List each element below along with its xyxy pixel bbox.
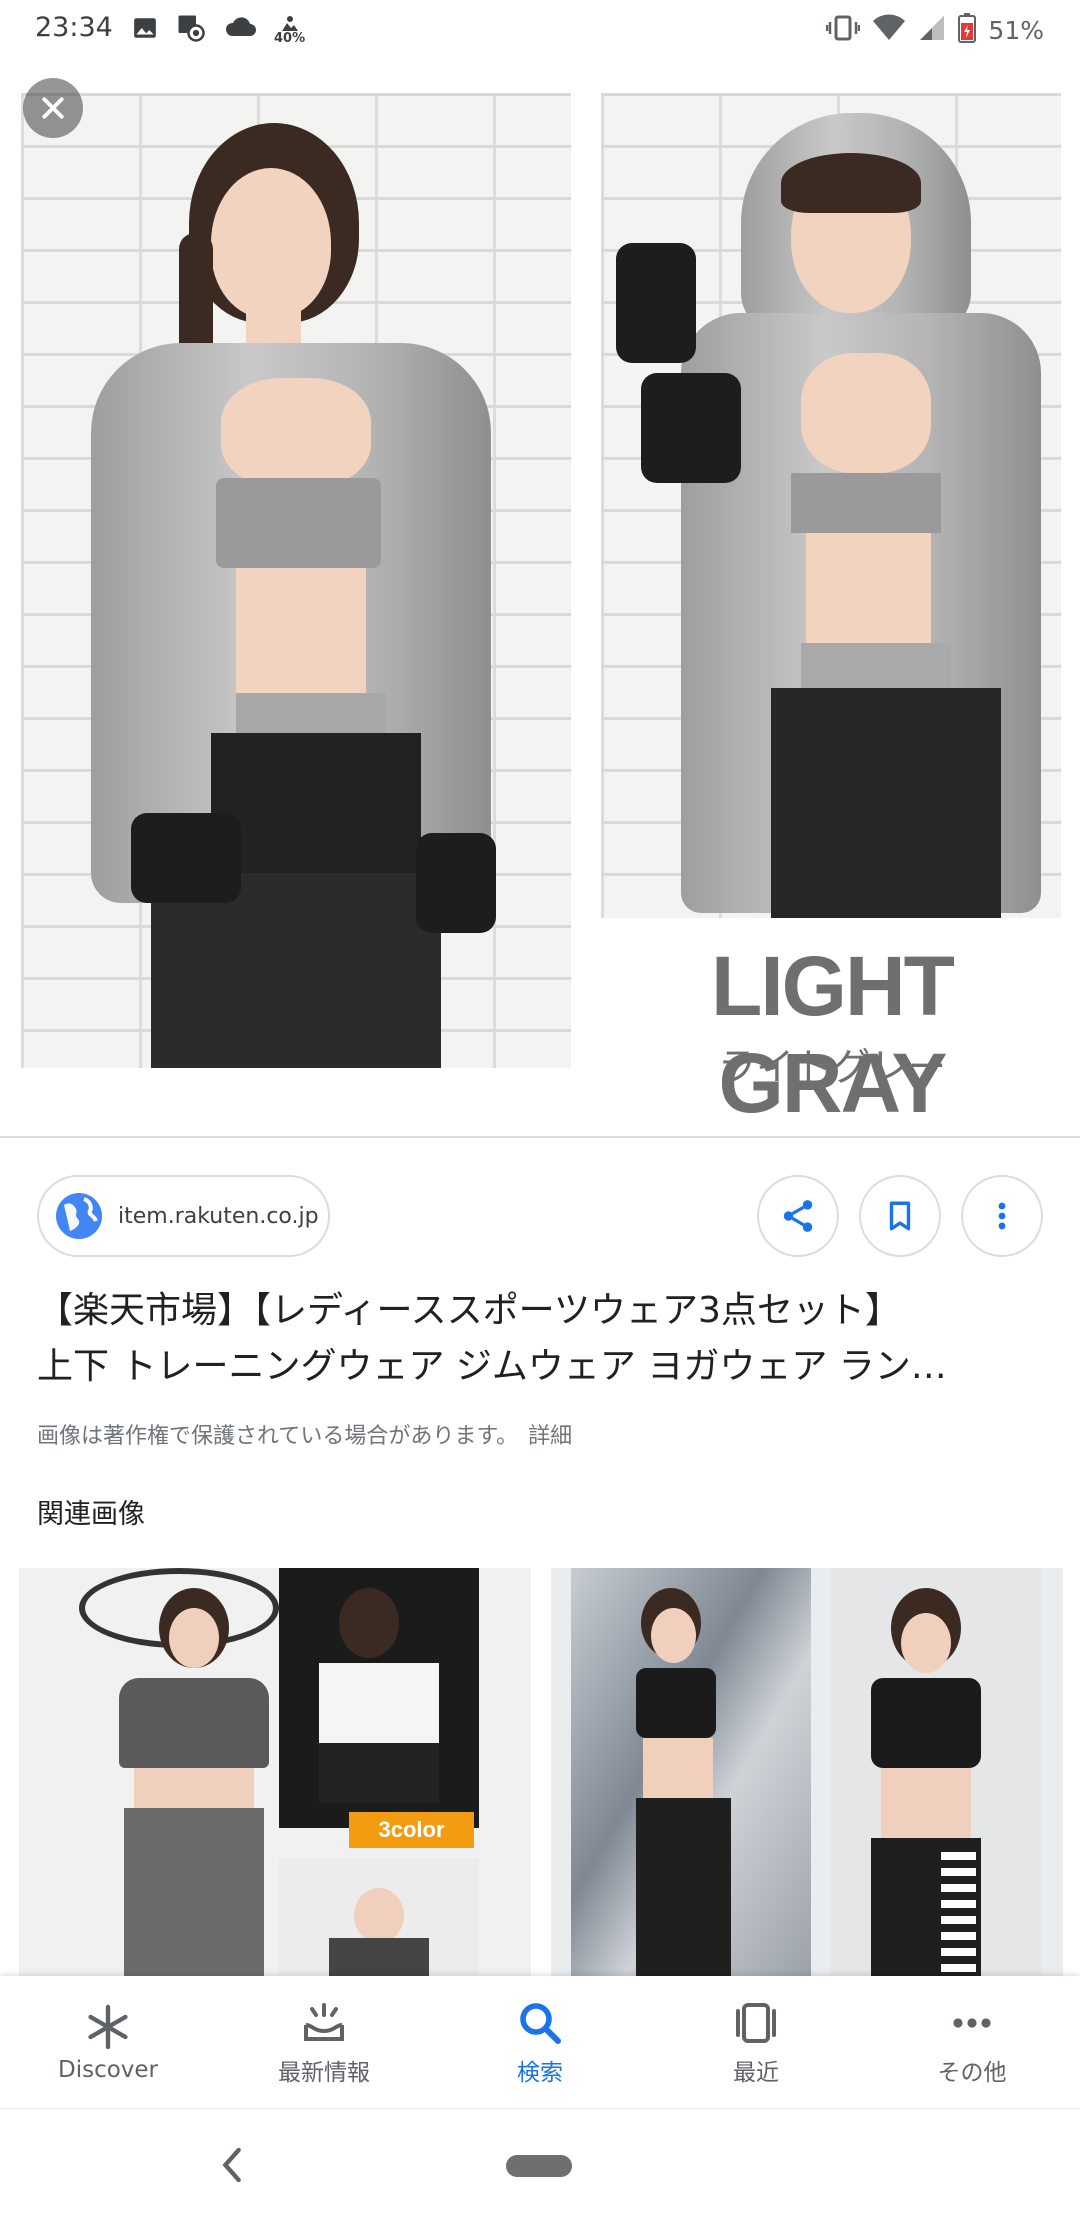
nav-updates[interactable]: 最新情報: [216, 1976, 432, 2108]
more-horiz-icon: [946, 1997, 998, 2049]
result-title-line-1: 【楽天市場】【レディーススポーツウェア3点セット】: [37, 1290, 901, 1331]
globe-icon: [56, 1193, 102, 1239]
more-options-button[interactable]: [961, 1175, 1043, 1257]
signal-icon: [918, 14, 946, 46]
wifi-icon: [872, 14, 906, 46]
nav-more-label: その他: [937, 2060, 1007, 2086]
bookmark-button[interactable]: [859, 1175, 941, 1257]
battery-percent: 51%: [988, 15, 1044, 45]
recent-icon: [730, 1997, 782, 2049]
status-time: 23:34: [35, 12, 113, 43]
main-image-left[interactable]: [21, 93, 571, 1068]
image-caption-color-jp: ライトグレー: [717, 1045, 946, 1089]
system-navigation-bar: [0, 2108, 1080, 2221]
data-saver-label: 40%: [274, 31, 306, 46]
bottom-navigation: Discover 最新情報 検索 最近 その他: [0, 1976, 1080, 2108]
bookmark-icon: [889, 1201, 911, 1231]
main-image-right[interactable]: [601, 93, 1061, 918]
related-image-1[interactable]: 3color: [19, 1568, 531, 1976]
cloud-icon: [224, 16, 256, 44]
nav-recent[interactable]: 最近: [648, 1976, 864, 2108]
result-title[interactable]: 【楽天市場】【レディーススポーツウェア3点セット】 上下 トレーニングウェア ジ…: [37, 1283, 1047, 1395]
chevron-left-icon: [222, 2147, 241, 2183]
image-caption-color: LIGHT GRAY: [711, 939, 955, 1130]
nav-updates-label: 最新情報: [278, 2060, 370, 2086]
nav-search-label: 検索: [517, 2060, 563, 2086]
copyright-text: 画像は著作権で保護されている場合があります。: [37, 1424, 519, 1449]
asterisk-icon: [82, 2001, 134, 2053]
vibrate-icon: [826, 14, 861, 46]
share-button[interactable]: [757, 1175, 839, 1257]
nav-search[interactable]: 検索: [432, 1976, 648, 2108]
detail-link[interactable]: 詳細: [528, 1424, 572, 1449]
source-link[interactable]: item.rakuten.co.jp: [37, 1175, 330, 1257]
system-home-pill[interactable]: [506, 2155, 572, 2177]
nav-more[interactable]: その他: [864, 1976, 1080, 2108]
divider: [0, 1136, 1080, 1138]
system-back-button[interactable]: [212, 2135, 252, 2195]
data-saver-icon: 40%: [274, 15, 305, 45]
close-button[interactable]: [23, 78, 83, 138]
related-images-heading: 関連画像: [37, 1499, 145, 1530]
status-left-icons: 40%: [132, 10, 305, 50]
status-right-icons: 51%: [826, 10, 1044, 50]
nav-discover[interactable]: Discover: [0, 1976, 216, 2108]
related-image-2[interactable]: [551, 1568, 1063, 1976]
search-icon: [514, 1997, 566, 2049]
nav-recent-label: 最近: [733, 2060, 779, 2086]
more-vert-icon: [998, 1202, 1006, 1230]
battery-icon: [958, 13, 977, 47]
close-icon: [42, 97, 64, 119]
source-domain: item.rakuten.co.jp: [118, 1203, 319, 1229]
result-title-line-2: 上下 トレーニングウェア ジムウェア ヨガウェア ラン…: [37, 1346, 947, 1387]
status-bar: 23:34 40% 51%: [0, 0, 1080, 58]
share-icon: [783, 1200, 813, 1232]
image-icon: [132, 15, 158, 45]
nav-discover-label: Discover: [57, 2057, 159, 2083]
screen-record-icon: [176, 13, 206, 47]
image-viewer[interactable]: LIGHT GRAY ライトグレー: [0, 58, 1080, 1136]
copyright-notice: 画像は著作権で保護されている場合があります。 詳細: [37, 1418, 572, 1450]
related-image-1-badge: 3color: [349, 1812, 474, 1848]
updates-icon: [298, 1997, 350, 2049]
